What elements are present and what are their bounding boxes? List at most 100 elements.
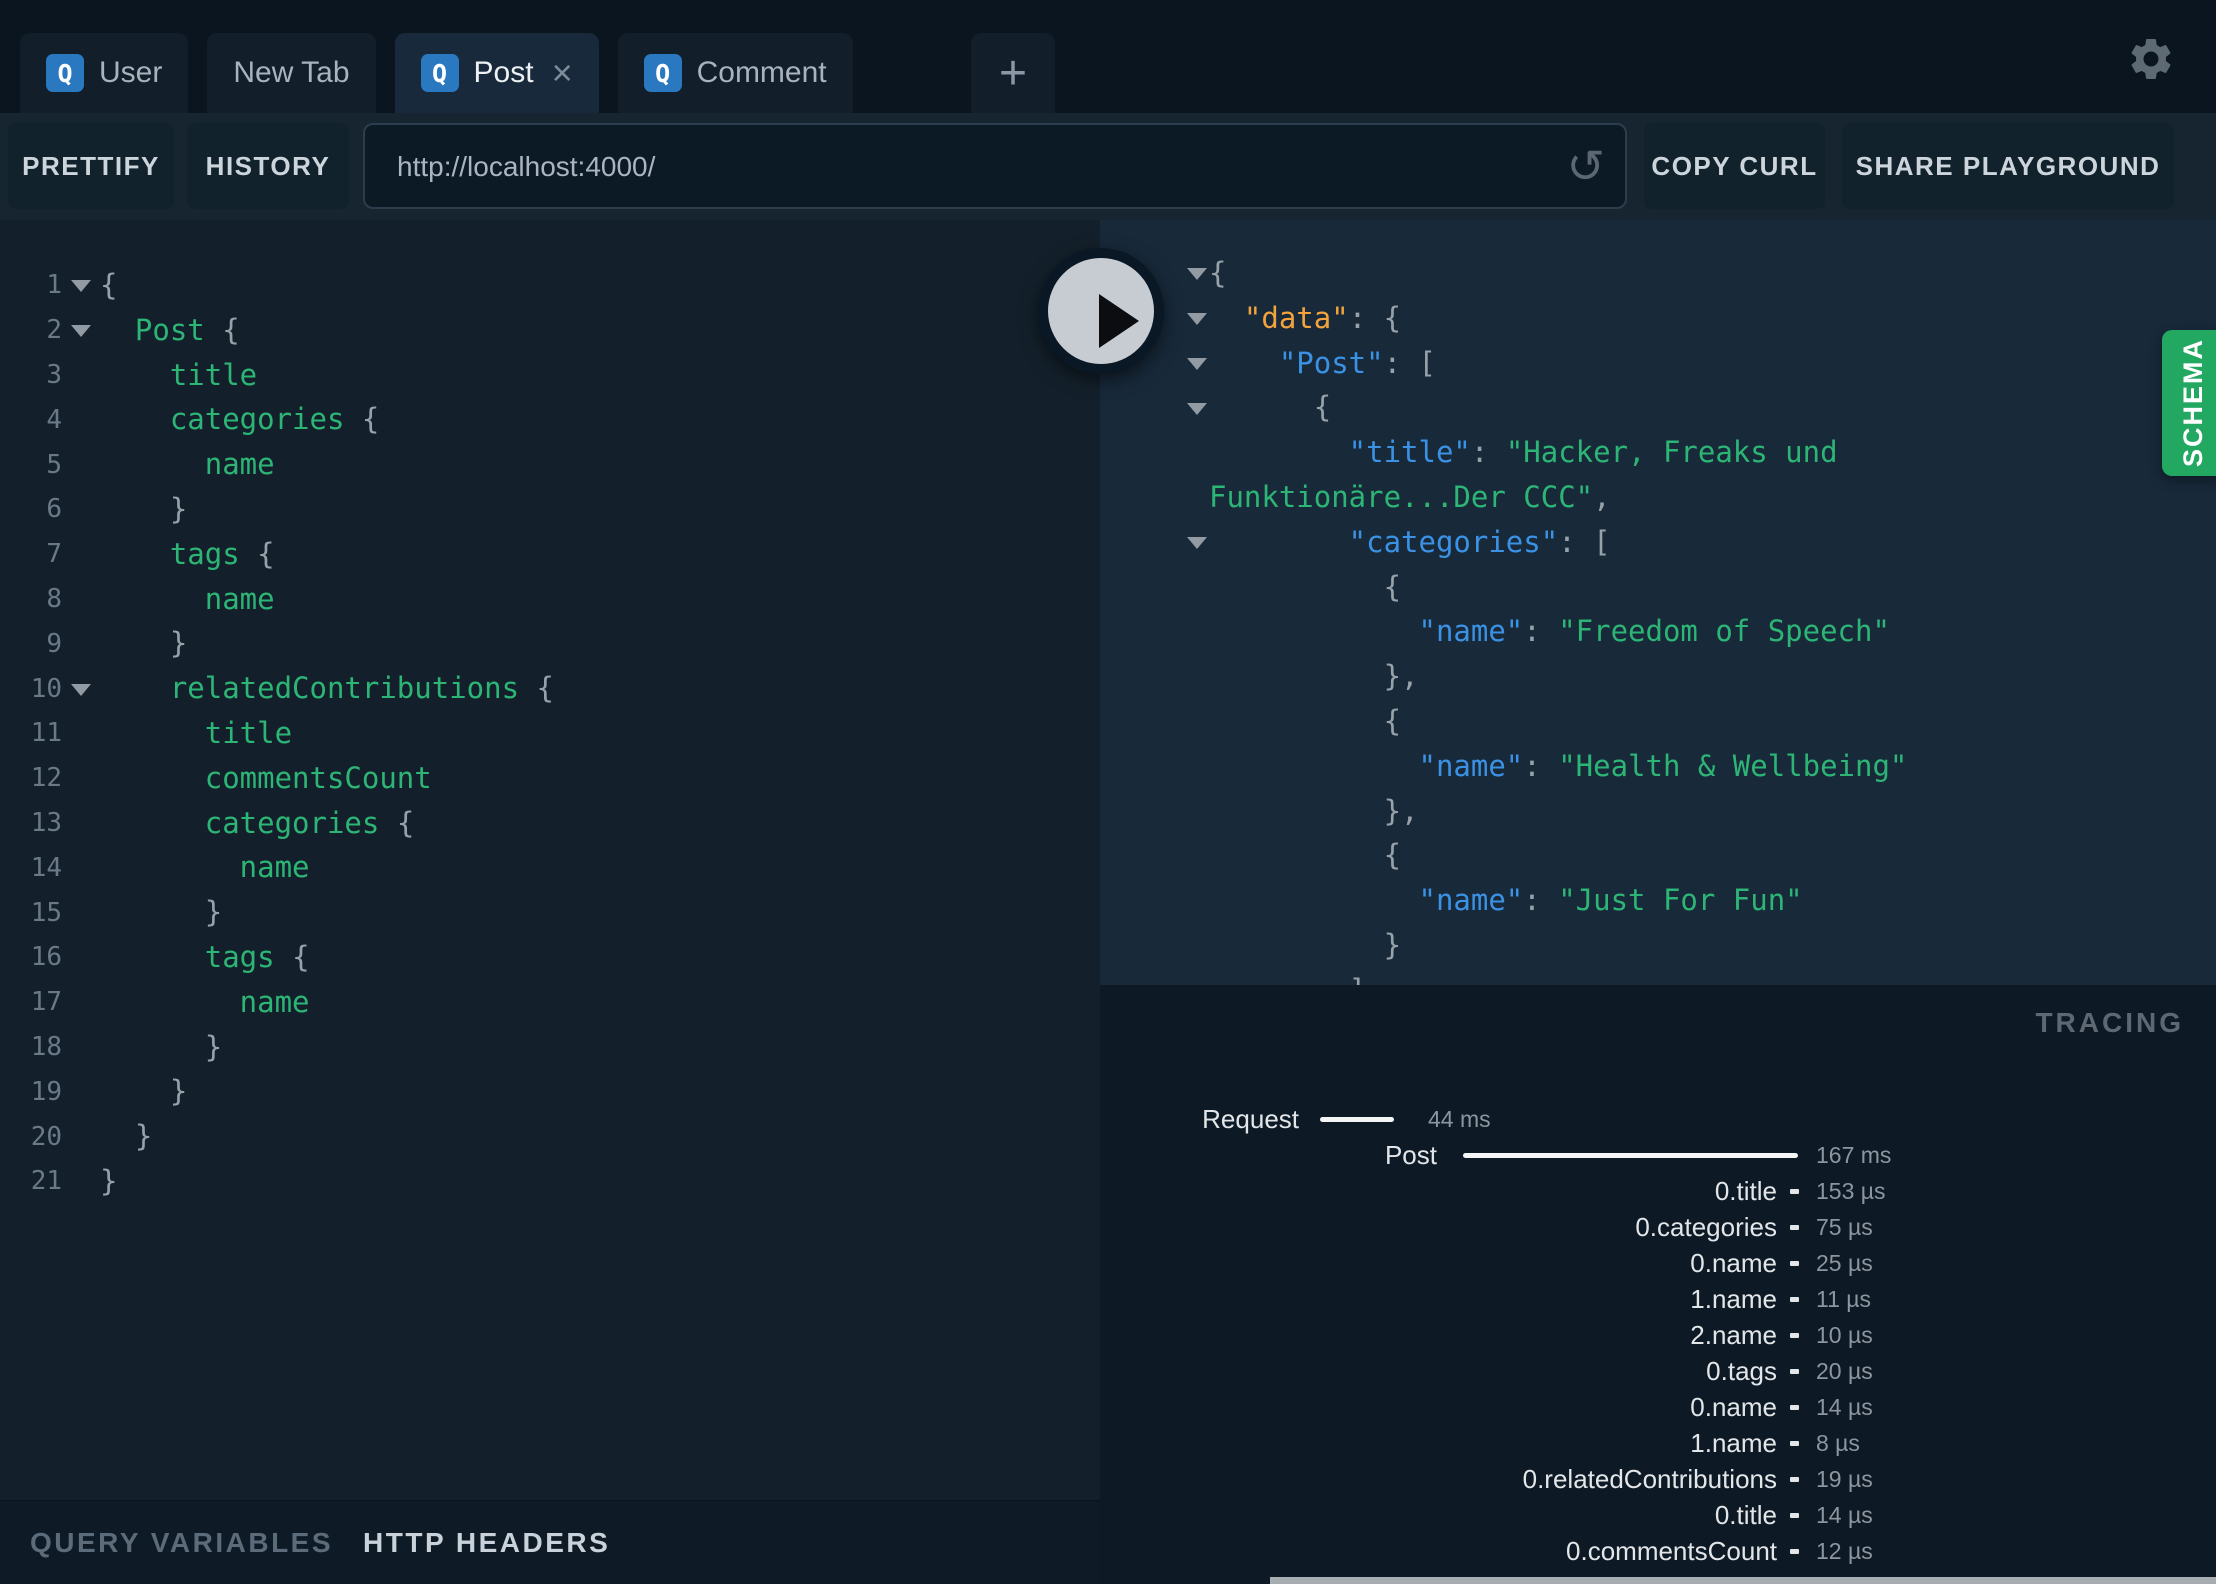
code-text: title: [100, 715, 293, 750]
tracing-row-label: Post: [1384, 1139, 1437, 1170]
tracing-row-value: 44 ms: [1428, 1105, 1491, 1132]
tracing-row-value: 12 µs: [1816, 1537, 1873, 1564]
query-line: 19 }: [0, 1069, 1100, 1114]
play-icon: [1048, 258, 1154, 364]
timing-dash: [1790, 1296, 1799, 1302]
tab-bar: Q User New Tab Q Post × Q Comment +: [0, 0, 2216, 113]
query-line: 8 name: [0, 577, 1100, 622]
timing-dash: [1790, 1476, 1799, 1482]
fold-arrow-icon[interactable]: [71, 683, 91, 696]
response-line: "name": "Just For Fun": [1100, 878, 2216, 923]
code-text: {: [1209, 838, 1402, 873]
code-text: title: [100, 357, 258, 392]
code-text: }: [100, 895, 223, 930]
code-text: "data": {: [1209, 300, 1402, 335]
copy-curl-button[interactable]: COPY CURL: [1644, 123, 1825, 209]
tracing-row: 2.name 10 µs: [1100, 1317, 2216, 1353]
tracing-row-label: 0.name: [1690, 1391, 1777, 1422]
fold-arrow-icon[interactable]: [1187, 313, 1207, 326]
query-line: 14 name: [0, 845, 1100, 890]
line-number: 16: [30, 942, 62, 973]
code-text: name: [100, 984, 310, 1019]
query-line: 15 }: [0, 890, 1100, 935]
code-text: }: [100, 1029, 223, 1064]
code-text: "title": "Hacker, Freaks und: [1209, 435, 1838, 470]
tab-http-headers[interactable]: HTTP HEADERS: [363, 1527, 610, 1559]
code-text: categories {: [100, 402, 380, 437]
response-line: "data": {: [1100, 296, 2216, 341]
tab-new-tab[interactable]: New Tab: [207, 33, 376, 113]
code-text: ]: [1209, 968, 1366, 985]
reload-icon[interactable]: ↺: [1566, 137, 1605, 195]
line-number: 15: [30, 897, 62, 928]
line-number: 13: [30, 807, 62, 838]
fold-gutter: [62, 278, 100, 293]
query-line: 3 title: [0, 353, 1100, 398]
tab-label: User: [99, 56, 163, 89]
settings-gear-icon[interactable]: [2126, 34, 2176, 84]
fold-arrow-icon[interactable]: [71, 280, 91, 293]
code-text: }: [100, 1074, 188, 1109]
schema-tab[interactable]: SCHEMA: [2162, 330, 2216, 476]
timing-dash: [1790, 1224, 1799, 1230]
response-line: Funktionäre...Der CCC",: [1100, 475, 2216, 520]
endpoint-url-input[interactable]: [395, 125, 1519, 209]
horizontal-scrollbar[interactable]: [1270, 1577, 2216, 1584]
tracing-row-label: 0.commentsCount: [1566, 1535, 1777, 1566]
fold-arrow-icon[interactable]: [71, 325, 91, 338]
code-text: tags {: [100, 536, 275, 571]
response-line: {: [1100, 699, 2216, 744]
timing-dash: [1790, 1260, 1799, 1266]
fold-arrow-icon[interactable]: [1187, 357, 1207, 370]
tracing-row: Post 167 ms: [1100, 1137, 2216, 1173]
graphql-playground-window: Q User New Tab Q Post × Q Comment + PRETTIFY HI…: [0, 0, 2216, 1584]
code-text: {: [1209, 256, 1227, 290]
schema-tab-label: SCHEMA: [2177, 338, 2208, 468]
close-icon[interactable]: ×: [552, 55, 573, 91]
query-line: 21}: [0, 1159, 1100, 1204]
code-text: Post {: [100, 312, 240, 347]
line-number: 20: [30, 1121, 62, 1152]
history-button[interactable]: HISTORY: [187, 123, 349, 209]
tracing-row-value: 167 ms: [1816, 1141, 1892, 1168]
tracing-row: 1.name 8 µs: [1100, 1425, 2216, 1461]
fold-arrow-icon[interactable]: [1187, 268, 1207, 281]
query-badge: Q: [420, 54, 459, 92]
line-number: 8: [46, 583, 62, 614]
code-text: tags {: [100, 939, 310, 974]
tracing-title: TRACING: [2035, 1007, 2184, 1038]
execute-button[interactable]: [1038, 248, 1164, 374]
response-lines: { "data": { "Post": [ { "title": "Hacker…: [1100, 220, 2216, 985]
tab-comment[interactable]: Q Comment: [617, 33, 853, 113]
prettify-button[interactable]: PRETTIFY: [8, 123, 174, 209]
fold-arrow-icon[interactable]: [1187, 402, 1207, 415]
query-line: 9 }: [0, 621, 1100, 666]
fold-arrow-icon[interactable]: [1187, 537, 1207, 550]
response-line: "name": "Health & Wellbeing": [1100, 744, 2216, 789]
tracing-row: 0.title 153 µs: [1100, 1173, 2216, 1209]
query-line: 11 title: [0, 711, 1100, 756]
tracing-row-label: 1.name: [1690, 1283, 1777, 1314]
tracing-row: 0.tags 20 µs: [1100, 1353, 2216, 1389]
tracing-row: Request 44 ms: [1100, 1101, 2216, 1137]
query-editor[interactable]: 1{2 Post {3 title 4 categories {5 name 6 }…: [0, 220, 1100, 1500]
tab-query-variables[interactable]: QUERY VARIABLES: [30, 1527, 333, 1559]
line-number: 10: [30, 673, 62, 704]
fold-gutter: [62, 323, 100, 338]
code-text: }: [100, 1119, 153, 1154]
query-line: 6 }: [0, 487, 1100, 532]
tab-user[interactable]: Q User: [20, 33, 189, 113]
query-line: 18 }: [0, 1025, 1100, 1070]
new-tab-button[interactable]: +: [971, 33, 1055, 113]
tracing-row-value: 153 µs: [1816, 1177, 1886, 1204]
response-line: {: [1100, 565, 2216, 610]
line-number: 12: [30, 763, 62, 794]
line-number: 21: [30, 1166, 62, 1197]
tab-post[interactable]: Q Post ×: [394, 33, 599, 113]
query-badge: Q: [643, 54, 682, 92]
share-playground-button[interactable]: SHARE PLAYGROUND: [1842, 123, 2174, 209]
response-line: "title": "Hacker, Freaks und: [1100, 430, 2216, 475]
tracing-row-value: 20 µs: [1816, 1357, 1873, 1384]
toolbar: PRETTIFY HISTORY ↺ COPY CURL SHARE PLAYG…: [0, 113, 2216, 220]
tab-label: Post: [473, 56, 534, 89]
